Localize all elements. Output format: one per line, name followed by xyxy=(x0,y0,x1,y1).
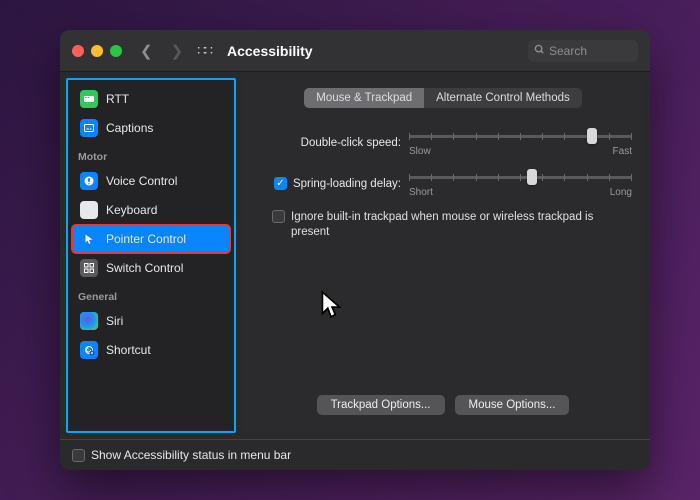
titlebar: ❮ ❯ ∷∷ Accessibility Search xyxy=(60,30,650,72)
tab-alternate-methods[interactable]: Alternate Control Methods xyxy=(424,88,582,108)
double-click-slider[interactable] xyxy=(409,128,632,144)
search-icon xyxy=(534,44,545,58)
sidebar-item-voice-control[interactable]: Voice Control xyxy=(72,167,230,195)
forward-button[interactable]: ❯ xyxy=(171,42,184,60)
search-placeholder: Search xyxy=(549,44,587,58)
ignore-trackpad-row: Ignore built-in trackpad when mouse or w… xyxy=(254,210,632,240)
window-controls xyxy=(72,45,122,57)
sidebar-item-label: Shortcut xyxy=(106,343,151,357)
window-title: Accessibility xyxy=(227,43,313,59)
voice-control-icon xyxy=(80,172,98,190)
sidebar-item-keyboard[interactable]: Keyboard xyxy=(72,196,230,224)
sidebar-item-shortcut[interactable]: Shortcut xyxy=(72,336,230,364)
trackpad-options-button[interactable]: Trackpad Options... xyxy=(317,395,445,415)
minimize-button[interactable] xyxy=(91,45,103,57)
close-button[interactable] xyxy=(72,45,84,57)
search-field[interactable]: Search xyxy=(528,40,638,62)
sidebar-item-label: Switch Control xyxy=(106,261,183,275)
double-click-label: Double-click speed: xyxy=(254,137,409,149)
sidebar-item-label: Voice Control xyxy=(106,174,177,188)
sidebar-item-label: Pointer Control xyxy=(106,232,186,246)
double-click-knob[interactable] xyxy=(587,128,597,144)
preferences-window: ❮ ❯ ∷∷ Accessibility Search RTT xyxy=(60,30,650,470)
sidebar-item-rtt[interactable]: RTT xyxy=(72,85,230,113)
back-button[interactable]: ❮ xyxy=(140,42,153,60)
switch-control-icon xyxy=(80,259,98,277)
slider-min-label: Slow xyxy=(409,146,431,157)
tab-mouse-trackpad[interactable]: Mouse & Trackpad xyxy=(304,88,424,108)
sidebar-item-label: Siri xyxy=(106,314,123,328)
sidebar-item-siri[interactable]: Siri xyxy=(72,307,230,335)
captions-icon xyxy=(80,119,98,137)
mouse-options-button[interactable]: Mouse Options... xyxy=(455,395,570,415)
sidebar-item-pointer-control[interactable]: Pointer Control xyxy=(72,225,230,253)
main-panel: Mouse & Trackpad Alternate Control Metho… xyxy=(242,78,644,433)
zoom-button[interactable] xyxy=(110,45,122,57)
sidebar-item-captions[interactable]: Captions xyxy=(72,114,230,142)
tab-bar: Mouse & Trackpad Alternate Control Metho… xyxy=(304,88,582,108)
sidebar-section-motor: Motor xyxy=(68,143,234,166)
slider-max-label: Long xyxy=(610,187,632,198)
sidebar-item-label: Keyboard xyxy=(106,203,157,217)
spring-loading-slider[interactable] xyxy=(409,169,632,185)
sidebar-item-label: Captions xyxy=(106,121,153,135)
slider-max-label: Fast xyxy=(613,146,632,157)
double-click-row: Double-click speed: Slow Fast xyxy=(254,128,632,157)
pointer-control-icon xyxy=(80,230,98,248)
slider-min-label: Short xyxy=(409,187,433,198)
spring-loading-checkbox[interactable]: ✓ xyxy=(274,177,287,190)
ignore-trackpad-label: Ignore built-in trackpad when mouse or w… xyxy=(291,210,632,240)
footer: Show Accessibility status in menu bar xyxy=(60,439,650,470)
spring-loading-knob[interactable] xyxy=(527,169,537,185)
rtt-icon xyxy=(80,90,98,108)
spring-loading-row: ✓ Spring-loading delay: Short Long xyxy=(254,169,632,198)
keyboard-icon xyxy=(80,201,98,219)
menubar-status-checkbox[interactable] xyxy=(72,449,85,462)
sidebar-section-general: General xyxy=(68,283,234,306)
show-all-icon[interactable]: ∷∷ xyxy=(197,42,211,59)
sidebar-item-label: RTT xyxy=(106,92,129,106)
shortcut-icon xyxy=(80,341,98,359)
sidebar-item-switch-control[interactable]: Switch Control xyxy=(72,254,230,282)
menubar-status-label: Show Accessibility status in menu bar xyxy=(91,448,291,462)
ignore-trackpad-checkbox[interactable] xyxy=(272,210,285,223)
siri-icon xyxy=(80,312,98,330)
spring-loading-label: Spring-loading delay: xyxy=(293,178,401,190)
sidebar: RTT Captions Motor Voice Control Keyboar xyxy=(66,78,236,433)
nav-arrows: ❮ ❯ xyxy=(140,42,183,60)
